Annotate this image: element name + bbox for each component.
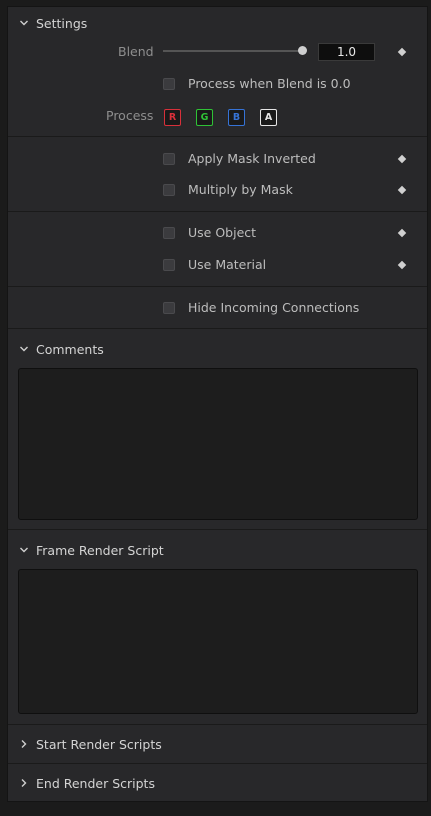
start-render-scripts-header-label: Start Render Scripts bbox=[36, 736, 162, 752]
hide-incoming-connections-label: Hide Incoming Connections bbox=[188, 300, 360, 315]
use-object-row[interactable]: Use Object bbox=[163, 225, 256, 240]
blend-slider-track[interactable] bbox=[163, 50, 303, 52]
use-object-label: Use Object bbox=[188, 225, 257, 240]
channel-green-label: G bbox=[200, 112, 209, 123]
multiply-by-mask-label: Multiply by Mask bbox=[188, 182, 293, 197]
divider bbox=[8, 328, 427, 329]
frame-render-script-section-header[interactable]: Frame Render Script bbox=[18, 540, 164, 560]
use-material-keyframe-icon[interactable] bbox=[397, 260, 407, 270]
blend-value-input[interactable]: 1.0 bbox=[318, 43, 375, 61]
channel-blue-label: B bbox=[232, 112, 241, 123]
process-when-blend-zero-label: Process when Blend is 0.0 bbox=[188, 76, 351, 91]
comments-section-header[interactable]: Comments bbox=[18, 339, 104, 359]
apply-mask-inverted-label: Apply Mask Inverted bbox=[188, 151, 316, 166]
chevron-down-icon bbox=[20, 346, 28, 352]
settings-section-header[interactable]: Settings bbox=[18, 13, 87, 33]
divider bbox=[8, 286, 427, 287]
channel-blue-button[interactable]: B bbox=[228, 109, 245, 126]
blend-label: Blend bbox=[118, 44, 154, 59]
process-when-blend-zero-row[interactable]: Process when Blend is 0.0 bbox=[163, 76, 351, 91]
chevron-down-icon bbox=[20, 547, 28, 553]
end-render-scripts-header-label: End Render Scripts bbox=[36, 775, 155, 791]
use-material-checkbox[interactable] bbox=[163, 258, 175, 271]
process-label: Process bbox=[106, 108, 154, 123]
inspector-panel: Settings Blend 1.0 Process when Blend is… bbox=[7, 6, 428, 802]
blend-keyframe-icon[interactable] bbox=[397, 47, 407, 57]
chevron-right-icon bbox=[21, 740, 27, 748]
multiply-by-mask-keyframe-icon[interactable] bbox=[397, 185, 407, 195]
chevron-right-icon bbox=[21, 779, 27, 787]
apply-mask-inverted-row[interactable]: Apply Mask Inverted bbox=[163, 151, 316, 166]
process-when-blend-zero-checkbox[interactable] bbox=[163, 77, 175, 90]
multiply-by-mask-row[interactable]: Multiply by Mask bbox=[163, 182, 293, 197]
divider bbox=[8, 136, 427, 137]
blend-slider-thumb[interactable] bbox=[298, 46, 307, 55]
hide-incoming-connections-checkbox[interactable] bbox=[163, 301, 175, 314]
use-object-checkbox[interactable] bbox=[163, 226, 175, 239]
frame-render-script-textarea[interactable] bbox=[18, 569, 418, 714]
use-material-row[interactable]: Use Material bbox=[163, 257, 266, 272]
divider bbox=[8, 211, 427, 212]
frame-render-script-header-label: Frame Render Script bbox=[36, 542, 164, 558]
use-object-keyframe-icon[interactable] bbox=[397, 228, 407, 238]
comments-header-label: Comments bbox=[36, 341, 104, 357]
divider bbox=[8, 724, 427, 725]
end-render-scripts-section-header[interactable]: End Render Scripts bbox=[18, 773, 155, 793]
divider bbox=[8, 763, 427, 764]
channel-alpha-button[interactable]: A bbox=[260, 109, 277, 126]
chevron-down-icon bbox=[20, 20, 28, 26]
start-render-scripts-section-header[interactable]: Start Render Scripts bbox=[18, 734, 162, 754]
channel-green-button[interactable]: G bbox=[196, 109, 213, 126]
comments-textarea[interactable] bbox=[18, 368, 418, 520]
hide-incoming-connections-row[interactable]: Hide Incoming Connections bbox=[163, 300, 359, 315]
multiply-by-mask-checkbox[interactable] bbox=[163, 183, 175, 196]
apply-mask-inverted-checkbox[interactable] bbox=[163, 152, 175, 165]
channel-red-label: R bbox=[168, 112, 177, 123]
use-material-label: Use Material bbox=[188, 257, 267, 272]
apply-mask-inverted-keyframe-icon[interactable] bbox=[397, 154, 407, 164]
divider bbox=[8, 529, 427, 530]
channel-alpha-label: A bbox=[264, 112, 273, 123]
settings-header-label: Settings bbox=[36, 15, 88, 31]
channel-red-button[interactable]: R bbox=[164, 109, 181, 126]
